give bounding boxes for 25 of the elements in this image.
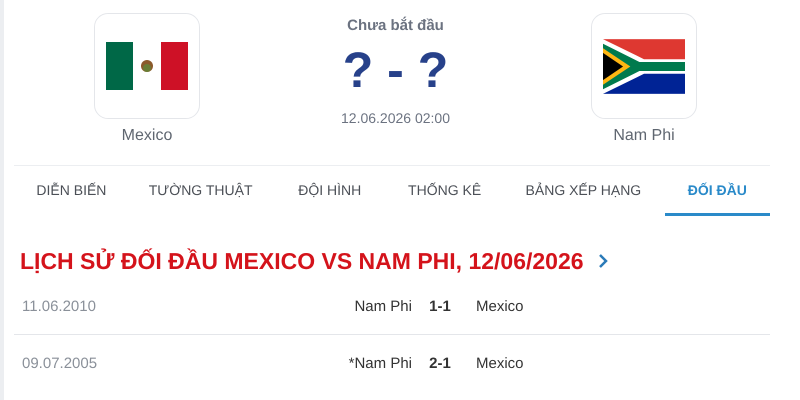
team-name: Nam Phi [613, 127, 675, 145]
match-score: 2-1 [428, 354, 452, 372]
team-card[interactable] [94, 13, 200, 119]
away-team: Mexico [475, 298, 525, 314]
tab[interactable]: TƯỜNG THUẬT [128, 166, 272, 216]
chevron-right-icon[interactable] [598, 253, 608, 269]
away-team: Mexico [475, 354, 525, 372]
match-score: ? - ? [342, 42, 448, 98]
tab[interactable]: ĐỐI ĐẦU [664, 166, 770, 216]
tab[interactable]: BẢNG XẾP HẠNG [502, 166, 665, 216]
match-date: 09.07.2005 [22, 354, 98, 372]
match-datetime: 12.06.2026 02:00 [341, 110, 450, 126]
home-team: Nam Phi [353, 298, 412, 314]
section-title: LỊCH SỬ ĐỐI ĐẦU MEXICO VS NAM PHI, 12/06/2026 [20, 248, 584, 274]
team-name: Mexico [122, 127, 172, 145]
match-status: Chưa bắt đầu [347, 17, 444, 34]
flag-icon [603, 38, 685, 94]
tab[interactable]: DIỄN BIẾN [14, 166, 129, 216]
team-card[interactable] [591, 13, 697, 119]
tab[interactable]: ĐỘI HÌNH [272, 166, 388, 216]
match-date: 11.06.2010 [22, 298, 97, 314]
match-score: 1-1 [428, 298, 452, 314]
home-team: *Nam Phi [348, 354, 412, 372]
tab[interactable]: THỐNG KÊ [387, 166, 502, 216]
flag-icon [106, 42, 188, 90]
